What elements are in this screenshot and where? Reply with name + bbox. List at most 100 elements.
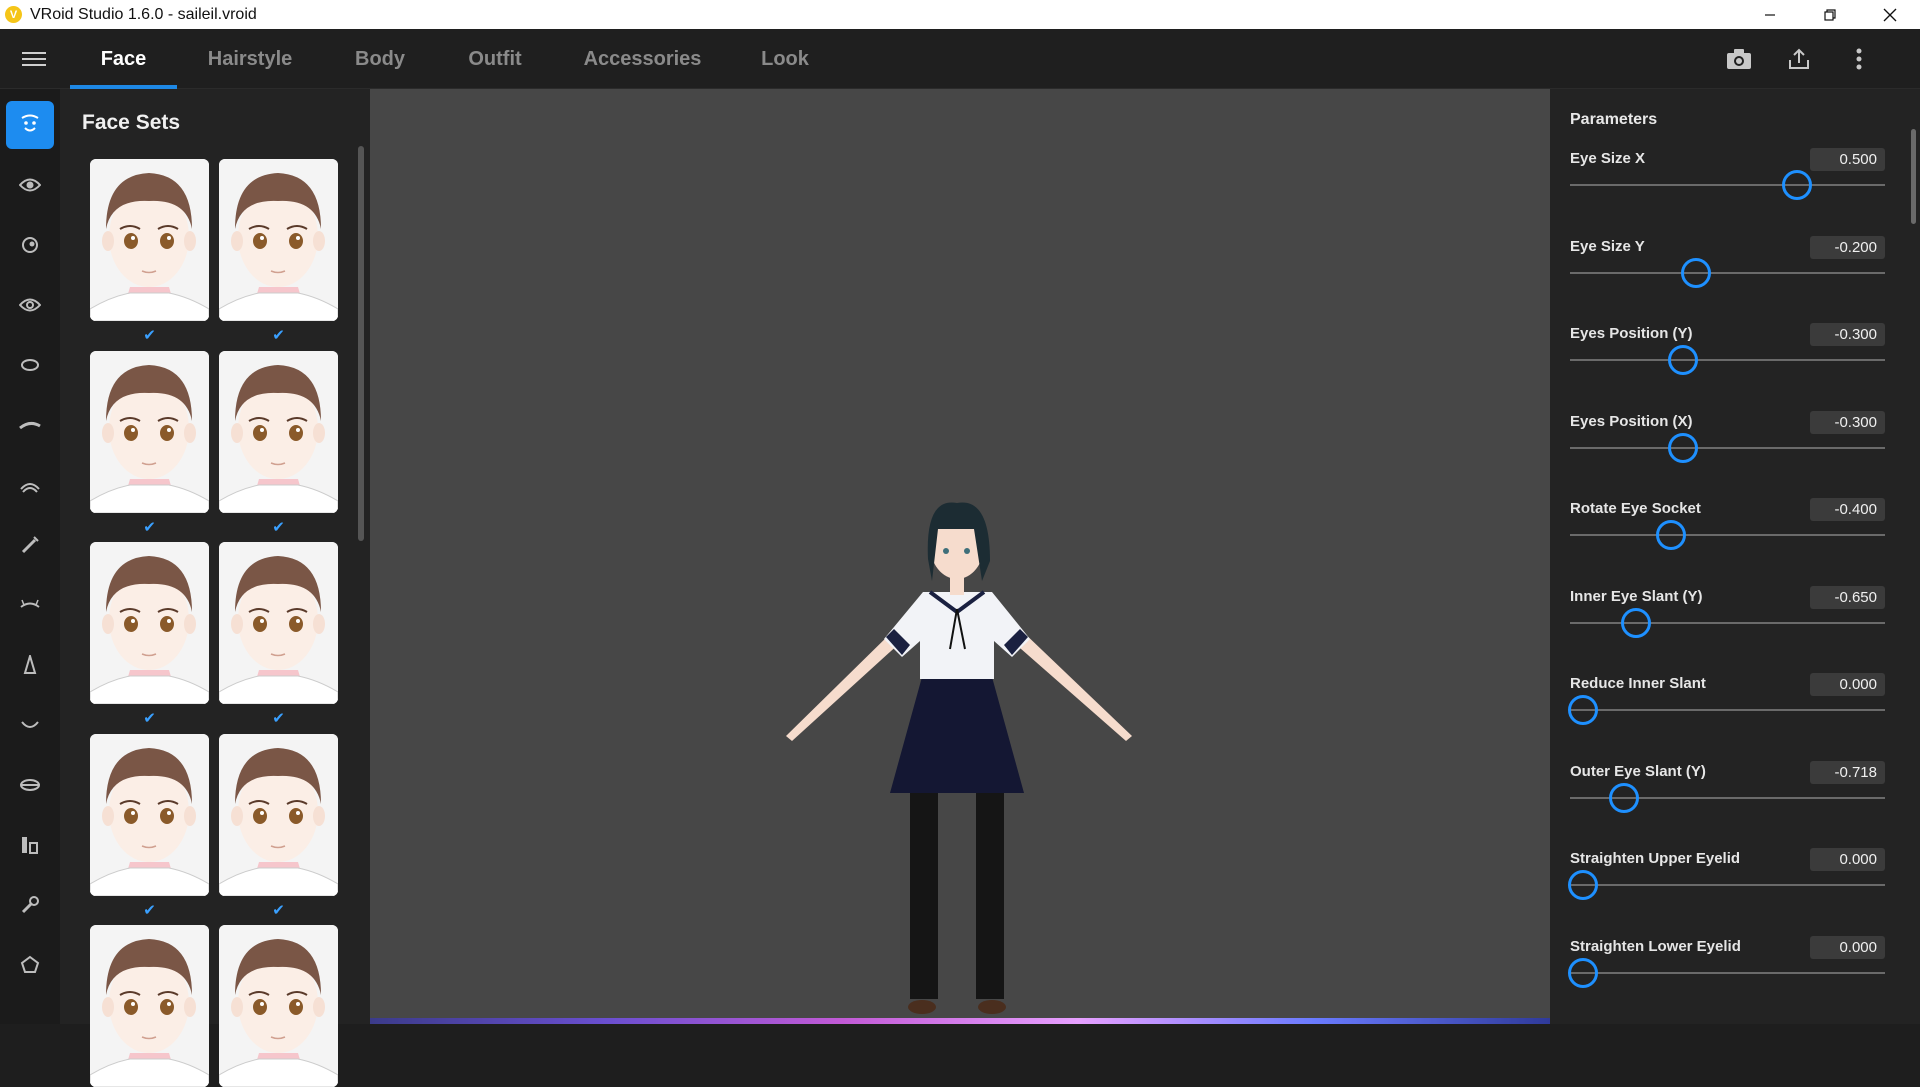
export-icon[interactable]: [1785, 45, 1813, 73]
window-title: VRoid Studio 1.6.0 - saileil.vroid: [30, 5, 257, 23]
panel-title: Face Sets: [82, 111, 181, 134]
selected-check-icon: ✔: [143, 519, 156, 536]
parameter-label: Outer Eye Slant (Y): [1570, 762, 1706, 780]
maximize-button[interactable]: [1800, 0, 1860, 29]
eye-icon[interactable]: [6, 161, 54, 209]
parameter-slider-thumb[interactable]: [1568, 695, 1598, 725]
parameter-slider-thumb[interactable]: [1681, 257, 1711, 288]
parameter-label: Rotate Eye Socket: [1570, 500, 1701, 517]
face-set-card[interactable]: [90, 351, 209, 513]
parameter-label: Reduce Inner Slant: [1570, 675, 1706, 692]
parameter-value-input[interactable]: -0.300: [1810, 323, 1885, 346]
face-set-card[interactable]: [219, 351, 338, 513]
camera-icon[interactable]: [1725, 45, 1753, 73]
parameter-value-input[interactable]: -0.400: [1810, 498, 1885, 521]
parameter-row: Reduce Inner Slant 0.000: [1568, 673, 1885, 755]
parameters-title: Parameters: [1570, 111, 1658, 128]
selected-check-icon: ✔: [272, 902, 285, 919]
parameter-slider-thumb[interactable]: [1568, 870, 1598, 900]
parameter-label: Straighten Lower Eyelid: [1570, 937, 1741, 955]
tab-look[interactable]: Look: [745, 29, 825, 89]
nose-icon[interactable]: [6, 641, 54, 689]
selected-check-icon: ✔: [272, 519, 285, 536]
eyeliner-brush-icon[interactable]: [6, 521, 54, 569]
parameter-slider-track[interactable]: [1570, 621, 1885, 624]
parameter-label: Straighten Upper Eyelid: [1570, 850, 1741, 867]
3d-viewport[interactable]: [370, 89, 1550, 1024]
face-set-card[interactable]: [90, 542, 209, 704]
minimize-button[interactable]: [1740, 0, 1800, 29]
parameter-slider-thumb[interactable]: [1668, 432, 1698, 463]
parameter-value-input[interactable]: -0.718: [1810, 760, 1885, 784]
parameter-label: Eyes Position (Y): [1570, 325, 1693, 342]
eyebrow-icon[interactable]: [6, 401, 54, 449]
more-vertical-icon[interactable]: [1845, 45, 1873, 73]
parameter-row: Inner Eye Slant (Y) -0.650: [1570, 585, 1885, 668]
parameter-value-input[interactable]: 0.000: [1810, 935, 1885, 959]
face-set-card[interactable]: [219, 734, 338, 896]
parameter-value-input[interactable]: -0.300: [1810, 410, 1885, 434]
parameters-scrollbar[interactable]: [1911, 129, 1916, 224]
ear-icon[interactable]: [6, 881, 54, 929]
parameter-slider-track[interactable]: [1570, 271, 1885, 274]
face-set-card[interactable]: [219, 925, 338, 1087]
teeth-icon[interactable]: [6, 821, 54, 869]
parameter-slider-thumb[interactable]: [1609, 782, 1639, 813]
face-set-card[interactable]: [90, 159, 209, 321]
eye-outline-icon[interactable]: [6, 341, 54, 389]
parameter-row: Straighten Upper Eyelid 0.000: [1568, 848, 1885, 930]
parameters-panel: Parameters Eye Size X 0.500 Eye Size Y -0.2…: [1550, 89, 1920, 1024]
top-navigation: Face Hairstyle Body Outfit Accessories L…: [0, 29, 1920, 89]
face-set-card[interactable]: [219, 159, 338, 321]
selected-check-icon: ✔: [272, 710, 285, 727]
parameter-value-input[interactable]: 0.000: [1810, 673, 1885, 696]
parameter-value-input[interactable]: 0.000: [1810, 848, 1885, 871]
close-button[interactable]: [1860, 0, 1920, 29]
vroid-logo-icon: V: [5, 6, 22, 23]
face-sets-panel: Face Sets ✔ ✔ ✔ ✔ ✔ ✔ ✔ ✔: [60, 89, 370, 1087]
face-set-card[interactable]: [90, 925, 209, 1087]
category-rail: [0, 89, 60, 1024]
parameter-slider-track[interactable]: [1570, 971, 1885, 974]
face-set-card[interactable]: [219, 542, 338, 704]
lower-lash-icon[interactable]: [6, 581, 54, 629]
parameter-value-input[interactable]: -0.650: [1810, 585, 1885, 609]
parameter-slider-thumb[interactable]: [1668, 345, 1698, 375]
tab-accessories[interactable]: Accessories: [570, 29, 715, 89]
tab-body[interactable]: Body: [340, 29, 420, 89]
eyelash-icon[interactable]: [6, 461, 54, 509]
parameter-slider-thumb[interactable]: [1656, 520, 1686, 550]
parameter-slider-thumb[interactable]: [1782, 170, 1812, 200]
face-thumbnail: [90, 542, 209, 704]
face-thumbnail: [219, 159, 338, 321]
mouth-icon[interactable]: [6, 701, 54, 749]
parameter-slider-thumb[interactable]: [1621, 607, 1651, 638]
parameter-row: Outer Eye Slant (Y) -0.718: [1570, 760, 1885, 843]
face-thumbnail: [219, 734, 338, 896]
face-shape-icon[interactable]: [6, 941, 54, 989]
parameter-slider-thumb[interactable]: [1568, 957, 1598, 988]
face-thumbnail: [90, 351, 209, 513]
lips-icon[interactable]: [6, 761, 54, 809]
selected-check-icon: ✔: [143, 327, 156, 344]
parameter-slider-track[interactable]: [1570, 446, 1885, 449]
parameter-value-input[interactable]: -0.200: [1810, 235, 1885, 259]
panel-scrollbar[interactable]: [358, 146, 364, 541]
parameter-value-input[interactable]: 0.500: [1810, 148, 1885, 171]
hamburger-menu-icon[interactable]: [22, 49, 46, 69]
parameter-slider-track[interactable]: [1570, 359, 1885, 361]
parameter-row: Eye Size Y -0.200: [1570, 235, 1885, 318]
face-set-card[interactable]: [90, 734, 209, 896]
iris-icon[interactable]: [6, 281, 54, 329]
parameter-slider-track[interactable]: [1570, 709, 1885, 711]
eyeball-icon[interactable]: [6, 221, 54, 269]
face-set-icon[interactable]: [6, 101, 54, 149]
parameter-label: Eye Size Y: [1570, 237, 1645, 255]
tab-outfit[interactable]: Outfit: [455, 29, 535, 89]
parameter-slider-track[interactable]: [1570, 184, 1885, 186]
parameter-row: Eyes Position (X) -0.300: [1570, 410, 1885, 493]
parameter-slider-track[interactable]: [1570, 884, 1885, 886]
tab-hairstyle[interactable]: Hairstyle: [190, 29, 310, 89]
tab-face[interactable]: Face: [70, 29, 177, 89]
parameter-slider-track[interactable]: [1570, 534, 1885, 536]
